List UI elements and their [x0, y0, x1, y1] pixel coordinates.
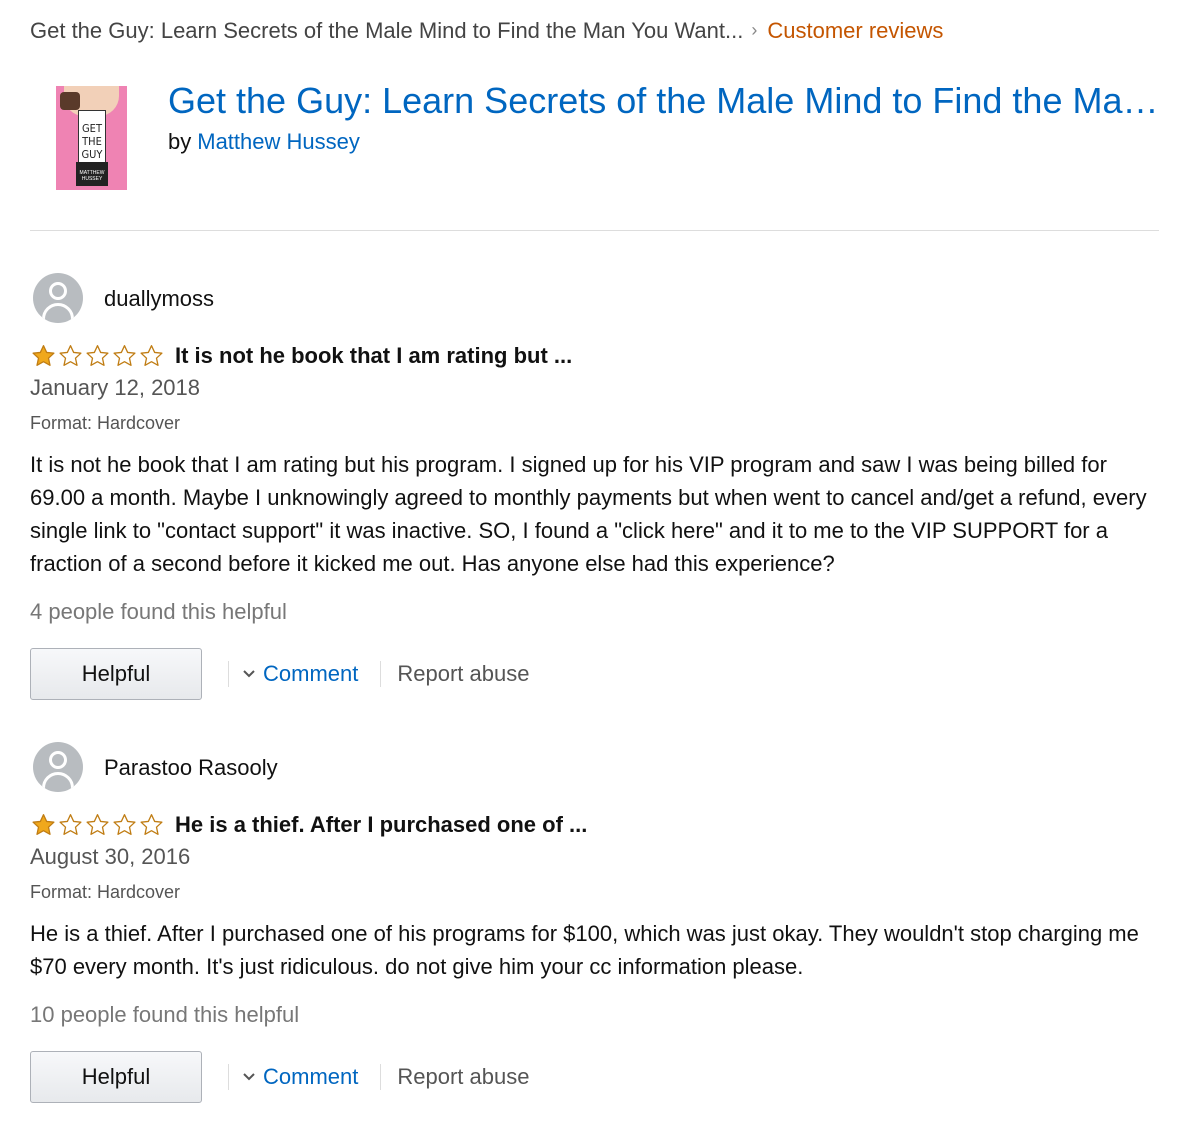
- helpful-count: 4 people found this helpful: [30, 599, 287, 624]
- comment-label: Comment: [263, 661, 359, 686]
- avatar: [33, 273, 83, 323]
- review-body: He is a thief. After I purchased one of …: [30, 921, 1139, 979]
- comment-label: Comment: [263, 1064, 359, 1089]
- review-format[interactable]: Format: Hardcover: [30, 882, 180, 903]
- divider: [30, 230, 1159, 231]
- rating-row: He is a thief. After I purchased one of …: [30, 812, 587, 838]
- star-empty-icon: [59, 814, 82, 835]
- review-title-link[interactable]: He is a thief. After I purchased one of …: [175, 812, 587, 838]
- review-format[interactable]: Format: Hardcover: [30, 413, 180, 434]
- divider: [228, 661, 229, 687]
- cover-author: MATTHEW HUSSEY: [79, 170, 105, 182]
- star-filled-icon: [32, 345, 55, 366]
- helpful-count: 10 people found this helpful: [30, 1002, 300, 1027]
- avatar-person-icon: [49, 751, 67, 769]
- breadcrumb-product-link[interactable]: Get the Guy: Learn Secrets of the Male M…: [30, 18, 743, 43]
- star-empty-icon: [113, 814, 136, 835]
- reviewer-name[interactable]: Parastoo Rasooly: [104, 755, 278, 781]
- avatar: [33, 742, 83, 792]
- chevron-down-icon: [243, 1073, 255, 1081]
- by-label: by: [168, 129, 192, 154]
- review-card: duallymoss It is not he book that I am r…: [30, 273, 1170, 713]
- chevron-down-icon: [243, 670, 255, 678]
- review-body: It is not he book that I am rating but h…: [30, 452, 1147, 576]
- report-abuse-link[interactable]: Report abuse: [397, 1064, 529, 1090]
- star-empty-icon: [113, 345, 136, 366]
- review-title-link[interactable]: It is not he book that I am rating but .…: [175, 343, 572, 369]
- divider: [380, 1064, 382, 1090]
- star-empty-icon: [59, 345, 82, 366]
- byline: by Matthew Hussey: [168, 129, 360, 155]
- product-title-link[interactable]: Get the Guy: Learn Secrets of the Male M…: [168, 80, 1160, 122]
- star-rating[interactable]: [30, 343, 165, 369]
- review-actions: Helpful Comment Report abuse: [30, 1051, 529, 1103]
- review-card: Parastoo Rasooly He is a thief. After I …: [30, 742, 1170, 1122]
- star-rating[interactable]: [30, 812, 165, 838]
- review-actions: Helpful Comment Report abuse: [30, 648, 529, 700]
- divider: [380, 661, 382, 687]
- avatar-person-icon: [49, 282, 67, 300]
- comment-link[interactable]: Comment: [243, 1064, 358, 1090]
- star-empty-icon: [86, 814, 109, 835]
- comment-link[interactable]: Comment: [243, 661, 358, 687]
- breadcrumb-separator: ›: [751, 20, 758, 40]
- helpful-button[interactable]: Helpful: [30, 1051, 202, 1103]
- rating-row: It is not he book that I am rating but .…: [30, 343, 572, 369]
- breadcrumb-customer-reviews[interactable]: Customer reviews: [767, 18, 943, 43]
- review-date: January 12, 2018: [30, 375, 201, 400]
- star-empty-icon: [140, 814, 163, 835]
- helpful-button[interactable]: Helpful: [30, 648, 202, 700]
- review-date: August 30, 2016: [30, 844, 191, 869]
- cover-title: GET THE GUY: [81, 122, 103, 161]
- divider: [228, 1064, 229, 1090]
- star-filled-icon: [32, 814, 55, 835]
- breadcrumb: Get the Guy: Learn Secrets of the Male M…: [30, 18, 943, 44]
- reviewer-name[interactable]: duallymoss: [104, 286, 214, 312]
- author-link[interactable]: Matthew Hussey: [197, 129, 360, 154]
- star-empty-icon: [86, 345, 109, 366]
- book-cover-image[interactable]: GET THE GUY MATTHEW HUSSEY: [56, 86, 127, 190]
- star-empty-icon: [140, 345, 163, 366]
- report-abuse-link[interactable]: Report abuse: [397, 661, 529, 687]
